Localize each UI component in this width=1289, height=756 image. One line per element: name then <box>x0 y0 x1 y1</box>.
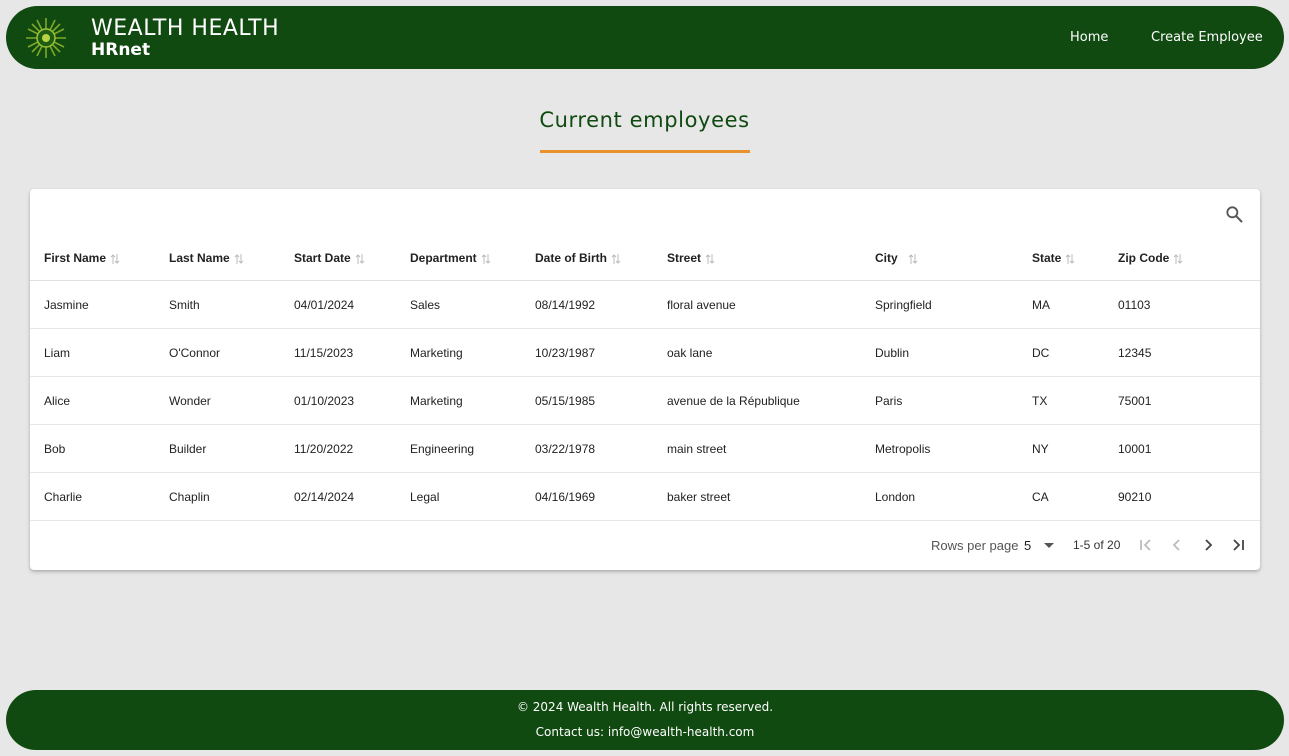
table-cell: 01103 <box>1104 280 1260 329</box>
table-cell: London <box>861 472 1018 521</box>
column-header[interactable]: Zip Code <box>1104 236 1260 281</box>
table-cell: Paris <box>861 376 1018 425</box>
table-cell: Alice <box>30 376 155 425</box>
table-cell: Bob <box>30 424 155 473</box>
column-header[interactable]: Date of Birth <box>521 236 653 281</box>
employees-table-card: First Name Last Name Start Date Departme… <box>30 189 1260 570</box>
app-header: WEALTH HEALTH HRnet Home Create Employee <box>6 6 1284 69</box>
table-cell: Springfield <box>861 280 1018 329</box>
table-row: Bob Builder 11/20/2022 Engineering 03/22… <box>30 424 1260 473</box>
first-page-icon[interactable] <box>1137 536 1155 554</box>
table-cell: DC <box>1018 328 1104 377</box>
table-pagination: Rows per page 5 1-5 of 20 <box>30 522 1260 570</box>
pagination-range: 1-5 of 20 <box>1073 538 1121 552</box>
table-cell: Wonder <box>155 376 280 425</box>
table-cell: Engineering <box>396 424 521 473</box>
search-icon[interactable] <box>1224 204 1244 224</box>
table-cell: Marketing <box>396 328 521 377</box>
sort-icon <box>355 253 365 264</box>
table-cell: Marketing <box>396 376 521 425</box>
table-cell: MA <box>1018 280 1104 329</box>
table-cell: 90210 <box>1104 472 1260 521</box>
table-cell: avenue de la République <box>653 376 861 425</box>
employees-table: First Name Last Name Start Date Departme… <box>30 236 1260 521</box>
column-header[interactable]: Street <box>653 236 861 281</box>
sort-icon <box>1173 253 1183 264</box>
sort-icon <box>705 253 715 264</box>
chevron-left-icon[interactable] <box>1168 536 1186 554</box>
table-cell: 03/22/1978 <box>521 424 653 473</box>
last-page-icon[interactable] <box>1229 536 1247 554</box>
title-underline <box>540 150 750 153</box>
sun-logo-icon <box>26 18 66 58</box>
table-cell: Jasmine <box>30 280 155 329</box>
table-cell: Liam <box>30 328 155 377</box>
sort-icon <box>1065 253 1075 264</box>
sort-icon <box>110 253 120 264</box>
table-cell: 10001 <box>1104 424 1260 473</box>
chevron-right-icon[interactable] <box>1199 536 1217 554</box>
column-header[interactable]: City <box>861 236 1018 281</box>
table-cell: Metropolis <box>861 424 1018 473</box>
sort-icon <box>908 253 918 264</box>
column-header[interactable]: Start Date <box>280 236 396 281</box>
table-cell: 04/01/2024 <box>280 280 396 329</box>
sort-icon <box>234 253 244 264</box>
table-cell: TX <box>1018 376 1104 425</box>
table-cell: 12345 <box>1104 328 1260 377</box>
rows-per-page-label: Rows per page <box>931 538 1019 553</box>
table-cell: main street <box>653 424 861 473</box>
rows-per-page-select[interactable]: 5 <box>1024 538 1031 553</box>
table-cell: baker street <box>653 472 861 521</box>
table-cell: 08/14/1992 <box>521 280 653 329</box>
table-cell: floral avenue <box>653 280 861 329</box>
table-row: Jasmine Smith 04/01/2024 Sales 08/14/199… <box>30 280 1260 329</box>
table-cell: O'Connor <box>155 328 280 377</box>
brand-subtitle: HRnet <box>91 40 151 60</box>
table-cell: Chaplin <box>155 472 280 521</box>
caret-down-icon[interactable] <box>1042 540 1056 550</box>
column-header[interactable]: Last Name <box>155 236 280 281</box>
table-cell: Smith <box>155 280 280 329</box>
table-cell: Charlie <box>30 472 155 521</box>
column-header[interactable]: Department <box>396 236 521 281</box>
table-cell: 11/15/2023 <box>280 328 396 377</box>
table-row: Liam O'Connor 11/15/2023 Marketing 10/23… <box>30 328 1260 377</box>
footer-copyright: © 2024 Wealth Health. All rights reserve… <box>516 700 774 714</box>
table-row: Charlie Chaplin 02/14/2024 Legal 04/16/1… <box>30 472 1260 521</box>
table-cell: 10/23/1987 <box>521 328 653 377</box>
app-footer: © 2024 Wealth Health. All rights reserve… <box>6 690 1284 750</box>
column-header[interactable]: State <box>1018 236 1104 281</box>
table-cell: Sales <box>396 280 521 329</box>
table-cell: 01/10/2023 <box>280 376 396 425</box>
sort-icon <box>611 253 621 264</box>
table-cell: Dublin <box>861 328 1018 377</box>
table-cell: 04/16/1969 <box>521 472 653 521</box>
table-cell: NY <box>1018 424 1104 473</box>
table-row: Alice Wonder 01/10/2023 Marketing 05/15/… <box>30 376 1260 425</box>
table-cell: 05/15/1985 <box>521 376 653 425</box>
table-cell: 11/20/2022 <box>280 424 396 473</box>
table-cell: Builder <box>155 424 280 473</box>
table-cell: 75001 <box>1104 376 1260 425</box>
nav-home-link[interactable]: Home <box>1070 30 1108 45</box>
column-header[interactable]: First Name <box>30 236 155 281</box>
table-cell: oak lane <box>653 328 861 377</box>
table-header-row: First Name Last Name Start Date Departme… <box>30 236 1260 281</box>
table-cell: Legal <box>396 472 521 521</box>
nav-create-employee-link[interactable]: Create Employee <box>1151 30 1263 45</box>
table-cell: 02/14/2024 <box>280 472 396 521</box>
brand-title: WEALTH HEALTH <box>91 16 280 41</box>
page-title: Current employees <box>539 108 750 132</box>
table-cell: CA <box>1018 472 1104 521</box>
sort-icon <box>481 253 491 264</box>
footer-contact: Contact us: info@wealth-health.com <box>535 725 755 739</box>
